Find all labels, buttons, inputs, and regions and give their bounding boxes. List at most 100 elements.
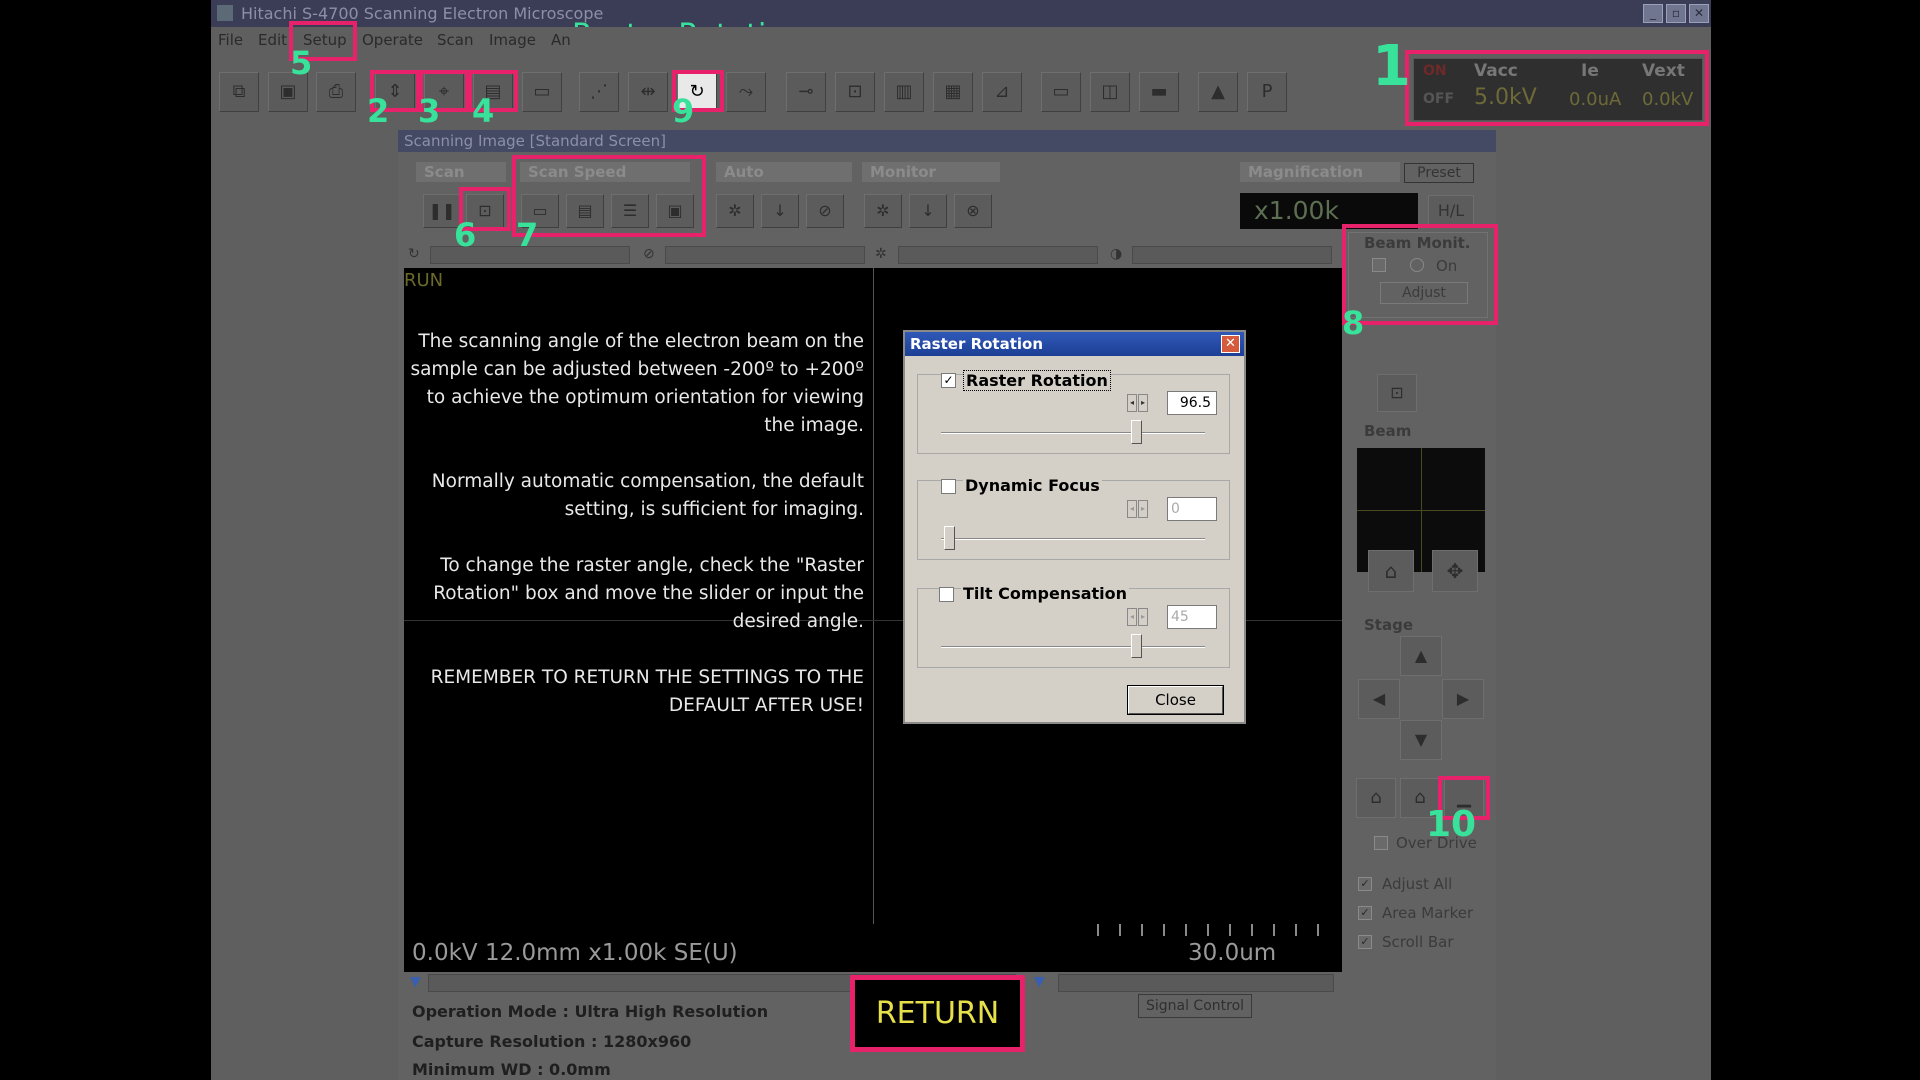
annotation-6: 6 bbox=[454, 216, 477, 254]
raster-rotation-label[interactable]: Raster Rotation bbox=[963, 370, 1111, 391]
dynamic-focus-input[interactable]: 0 bbox=[1167, 497, 1217, 521]
tilt-compensation-spin-up[interactable]: ▸ bbox=[1138, 608, 1148, 626]
tilt-compensation-label: Tilt Compensation bbox=[961, 584, 1130, 603]
measure-icon[interactable]: ▦ bbox=[933, 72, 973, 112]
dynamic-focus-slider-track[interactable] bbox=[941, 538, 1205, 540]
menu-operate[interactable]: Operate bbox=[362, 27, 423, 54]
annotation-9: 9 bbox=[672, 92, 695, 130]
auto-focus-button[interactable]: ↓ bbox=[761, 194, 799, 228]
beam-move-icon[interactable]: ✥ bbox=[1432, 550, 1478, 592]
monitor-stigma-button[interactable]: ⊗ bbox=[954, 194, 992, 228]
beam-mouse-icon[interactable]: ⌂ bbox=[1368, 550, 1414, 592]
description-paragraph: The scanning angle of the electron beam … bbox=[410, 331, 864, 436]
hl-button[interactable]: H/L bbox=[1428, 195, 1474, 227]
minimize-button[interactable]: _ bbox=[1643, 4, 1663, 23]
crosshair-vertical bbox=[873, 268, 874, 924]
window-titlebar: Hitachi S-4700 Scanning Electron Microsc… bbox=[211, 0, 1711, 27]
beam-crosshair-h bbox=[1357, 510, 1485, 511]
raster-rotation-input[interactable]: 96.5 bbox=[1167, 391, 1217, 415]
signal-icon[interactable]: ⋰ bbox=[579, 72, 619, 112]
raster-rotation-spin-down[interactable]: ◂ bbox=[1127, 394, 1137, 412]
dialog-close-icon[interactable]: ✕ bbox=[1221, 335, 1240, 353]
annotation-3: 3 bbox=[418, 92, 441, 130]
annotation-10: 10 bbox=[1426, 804, 1477, 845]
stage-up-icon[interactable]: ▲ bbox=[1400, 636, 1442, 676]
menu-scan[interactable]: Scan bbox=[437, 27, 473, 54]
scale-tick bbox=[1185, 924, 1187, 936]
dynamic-focus-spin-up[interactable]: ▸ bbox=[1138, 500, 1148, 518]
screen-dual-icon[interactable]: ◫ bbox=[1090, 72, 1130, 112]
screen-standard-icon[interactable]: ▭ bbox=[1041, 72, 1081, 112]
scroll-bar-checkbox[interactable]: ✓ bbox=[1358, 935, 1372, 949]
beam-capture-icon[interactable]: ⊡ bbox=[1377, 374, 1417, 412]
probe-icon[interactable]: ⊡ bbox=[835, 72, 875, 112]
description-paragraph: To change the raster angle, check the "R… bbox=[433, 555, 864, 632]
over-drive-checkbox[interactable] bbox=[1374, 836, 1388, 850]
brightness-small-icon: ✲ bbox=[875, 246, 887, 262]
dialog-title: Raster Rotation bbox=[905, 332, 1244, 356]
scale-tick bbox=[1273, 924, 1275, 936]
dynamic-focus-slider-thumb[interactable] bbox=[943, 526, 955, 550]
stage-right-icon[interactable]: ▶ bbox=[1442, 679, 1484, 719]
window-icon[interactable]: ⧉ bbox=[219, 72, 259, 112]
scale-label: 30.0um bbox=[1188, 940, 1277, 966]
stage-mouse-icon[interactable]: ⌂ bbox=[1356, 778, 1396, 818]
auto-group-label: Auto bbox=[716, 162, 852, 182]
tilt-compensation-slider-track[interactable] bbox=[941, 646, 1205, 648]
graph-icon[interactable]: ⊿ bbox=[982, 72, 1022, 112]
annotation-8: 8 bbox=[1342, 304, 1365, 342]
adjust-all-checkbox[interactable]: ✓ bbox=[1358, 877, 1372, 891]
monitor-focus-button[interactable]: ↓ bbox=[909, 194, 947, 228]
scale-tick bbox=[1229, 924, 1231, 936]
signal-control-button[interactable]: Signal Control bbox=[1138, 994, 1252, 1018]
screen-full-icon[interactable]: ▬ bbox=[1139, 72, 1179, 112]
tilt-compensation-slider-thumb[interactable] bbox=[1131, 634, 1143, 658]
dynamic-focus-checkbox[interactable] bbox=[941, 479, 956, 494]
stage-left-icon[interactable]: ◀ bbox=[1358, 679, 1400, 719]
scale-icon[interactable]: ▭ bbox=[522, 72, 562, 112]
menu-file[interactable]: File bbox=[218, 27, 243, 54]
adjust-all-label: Adjust All bbox=[1382, 875, 1453, 893]
area-marker-checkbox[interactable]: ✓ bbox=[1358, 906, 1372, 920]
stage-down-icon[interactable]: ▼ bbox=[1400, 720, 1442, 760]
close-window-button[interactable]: ✕ bbox=[1689, 4, 1709, 23]
scroll-contrast[interactable] bbox=[1132, 246, 1332, 264]
histogram-icon[interactable]: ▲ bbox=[1198, 72, 1238, 112]
auto-stigma-button[interactable]: ⊘ bbox=[806, 194, 844, 228]
raster-rotation-dialog: Raster Rotation ✕ ✓ Raster Rotation ◂ ▸ … bbox=[903, 330, 1246, 724]
scroll-stigma[interactable] bbox=[665, 246, 865, 264]
menu-analysis[interactable]: An bbox=[551, 27, 571, 54]
dynamic-focus-spin-down[interactable]: ◂ bbox=[1127, 500, 1137, 518]
annotation-5: 5 bbox=[290, 44, 313, 82]
monitor-brightness-button[interactable]: ✲ bbox=[864, 194, 902, 228]
raster-rotation-spin-up[interactable]: ▸ bbox=[1138, 394, 1148, 412]
menu-image[interactable]: Image bbox=[489, 27, 536, 54]
tilt-icon[interactable]: ⤳ bbox=[726, 72, 766, 112]
stage-label: Stage bbox=[1364, 616, 1414, 634]
align-icon[interactable]: ⇹ bbox=[628, 72, 668, 112]
auto-brightness-button[interactable]: ✲ bbox=[716, 194, 754, 228]
dynamic-focus-label: Dynamic Focus bbox=[963, 476, 1102, 495]
description-text: The scanning angle of the electron beam … bbox=[404, 328, 864, 748]
annotation-2: 2 bbox=[367, 92, 390, 130]
color-icon[interactable]: ▥ bbox=[884, 72, 924, 112]
tilt-compensation-spin-down[interactable]: ◂ bbox=[1127, 608, 1137, 626]
return-button[interactable]: RETURN bbox=[850, 975, 1025, 1052]
print-icon[interactable]: ⎙ bbox=[316, 72, 356, 112]
scroll-brightness[interactable] bbox=[898, 246, 1098, 264]
detector-icon[interactable]: ⊸ bbox=[786, 72, 826, 112]
tilt-compensation-checkbox[interactable] bbox=[939, 587, 954, 602]
dialog-close-button[interactable]: Close bbox=[1127, 685, 1224, 715]
scale-tick bbox=[1317, 924, 1319, 936]
minimum-wd: Minimum WD : 0.0mm bbox=[412, 1060, 611, 1079]
raster-rotation-slider-thumb[interactable] bbox=[1131, 420, 1143, 444]
preset-button[interactable]: Preset bbox=[1404, 163, 1474, 183]
monitor-group-label: Monitor bbox=[862, 162, 1000, 182]
maximize-button[interactable]: ▫ bbox=[1666, 4, 1686, 23]
tilt-compensation-input[interactable]: 45 bbox=[1167, 605, 1217, 629]
pci-icon[interactable]: P bbox=[1247, 72, 1287, 112]
menu-edit[interactable]: Edit bbox=[258, 27, 287, 54]
scale-tick bbox=[1295, 924, 1297, 936]
raster-rotation-slider-track[interactable] bbox=[941, 432, 1205, 434]
raster-rotation-checkbox[interactable]: ✓ bbox=[941, 373, 956, 388]
